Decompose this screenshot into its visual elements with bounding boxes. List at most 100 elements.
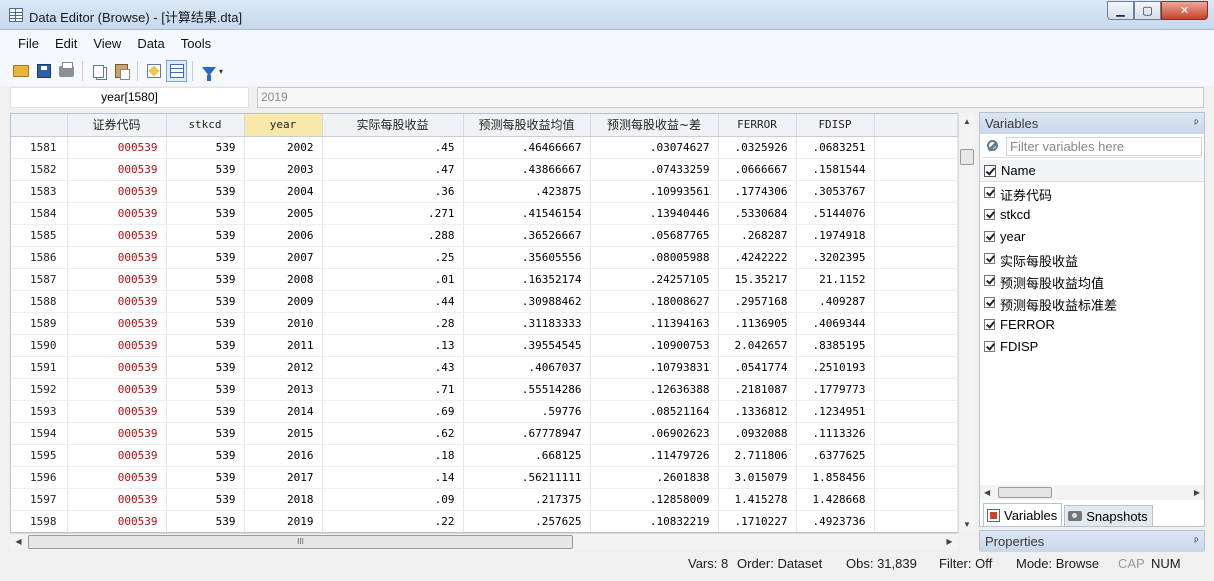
table-cell[interactable]: 000539 (67, 510, 167, 532)
menu-tools[interactable]: Tools (173, 36, 219, 51)
table-cell[interactable]: .1336812 (718, 400, 797, 423)
table-cell[interactable]: 000539 (67, 400, 167, 423)
vertical-scroll-thumb[interactable] (960, 149, 974, 165)
table-cell[interactable]: 2018 (244, 488, 323, 511)
column-header[interactable]: FDISP (796, 114, 875, 137)
table-cell[interactable]: .1774306 (718, 180, 797, 203)
table-cell[interactable]: 1.428668 (796, 488, 875, 511)
row-number[interactable]: 1593 (11, 400, 68, 423)
table-cell[interactable]: .668125 (463, 444, 591, 467)
table-cell[interactable]: .10832219 (590, 510, 719, 532)
row-number[interactable]: 1583 (11, 180, 68, 203)
table-cell[interactable]: 2015 (244, 422, 323, 445)
table-cell[interactable]: 539 (166, 510, 245, 532)
variable-list-item[interactable]: 实际每股收益 (980, 248, 1204, 270)
table-cell[interactable]: 539 (166, 290, 245, 313)
table-cell[interactable]: .288 (322, 224, 464, 247)
table-cell[interactable]: .41546154 (463, 202, 591, 225)
table-cell[interactable]: .4923736 (796, 510, 875, 532)
table-cell[interactable]: .45 (322, 136, 464, 159)
column-header[interactable]: stkcd (166, 114, 245, 137)
menu-edit[interactable]: Edit (47, 36, 85, 51)
table-cell[interactable]: .28 (322, 312, 464, 335)
cell-value-field[interactable]: 2019 (257, 87, 1204, 108)
table-cell[interactable]: .35605556 (463, 246, 591, 269)
table-cell[interactable]: .409287 (796, 290, 875, 313)
table-cell[interactable]: 539 (166, 246, 245, 269)
table-cell[interactable]: 15.35217 (718, 268, 797, 291)
table-cell[interactable]: .31183333 (463, 312, 591, 335)
table-cell[interactable]: .4242222 (718, 246, 797, 269)
table-cell[interactable]: .08521164 (590, 400, 719, 423)
table-cell[interactable]: 000539 (67, 290, 167, 313)
column-header[interactable]: FERROR (718, 114, 797, 137)
row-number[interactable]: 1584 (11, 202, 68, 225)
table-cell[interactable]: .2510193 (796, 356, 875, 379)
table-cell[interactable]: .43866667 (463, 158, 591, 181)
table-cell[interactable]: 2.711806 (718, 444, 797, 467)
table-cell[interactable]: 539 (166, 422, 245, 445)
variable-list-item[interactable]: year (980, 226, 1204, 248)
table-cell[interactable]: .6377625 (796, 444, 875, 467)
table-cell[interactable]: .4069344 (796, 312, 875, 335)
table-cell[interactable]: .08005988 (590, 246, 719, 269)
table-cell[interactable]: .56211111 (463, 466, 591, 489)
table-cell[interactable]: 000539 (67, 488, 167, 511)
table-cell[interactable]: 2012 (244, 356, 323, 379)
table-cell[interactable]: 1.858456 (796, 466, 875, 489)
table-cell[interactable]: .2181087 (718, 378, 797, 401)
variable-list-item[interactable]: 证券代码 (980, 182, 1204, 204)
table-cell[interactable]: .07433259 (590, 158, 719, 181)
variable-checkbox[interactable] (984, 275, 995, 286)
table-cell[interactable]: .10793831 (590, 356, 719, 379)
table-cell[interactable]: .18008627 (590, 290, 719, 313)
table-cell[interactable]: .1234951 (796, 400, 875, 423)
table-cell[interactable]: .18 (322, 444, 464, 467)
row-number[interactable]: 1588 (11, 290, 68, 313)
table-cell[interactable]: 2016 (244, 444, 323, 467)
table-cell[interactable]: 2013 (244, 378, 323, 401)
paste-button[interactable] (111, 60, 132, 82)
table-cell[interactable]: .1779773 (796, 378, 875, 401)
table-cell[interactable]: 2019 (244, 510, 323, 532)
table-cell[interactable]: .09 (322, 488, 464, 511)
close-button[interactable]: ✕ (1161, 1, 1208, 20)
scroll-left-icon[interactable]: ◀ (984, 485, 990, 500)
table-cell[interactable]: .36 (322, 180, 464, 203)
table-cell[interactable]: .39554545 (463, 334, 591, 357)
column-header[interactable]: 预测每股收益~差 (590, 114, 719, 137)
table-cell[interactable]: .268287 (718, 224, 797, 247)
table-cell[interactable]: .25 (322, 246, 464, 269)
variable-checkbox[interactable] (984, 297, 995, 308)
row-number[interactable]: 1590 (11, 334, 68, 357)
variable-list-item[interactable]: 预测每股收益标准差 (980, 292, 1204, 314)
variables-horizontal-scrollbar[interactable]: ◀ ▶ (980, 485, 1204, 500)
table-cell[interactable]: 000539 (67, 268, 167, 291)
table-cell[interactable]: .11394163 (590, 312, 719, 335)
filter-button[interactable] (198, 60, 219, 82)
table-cell[interactable]: .5144076 (796, 202, 875, 225)
table-cell[interactable]: 539 (166, 356, 245, 379)
table-cell[interactable]: 539 (166, 158, 245, 181)
table-cell[interactable]: .0932088 (718, 422, 797, 445)
table-cell[interactable]: .2601838 (590, 466, 719, 489)
table-cell[interactable]: .2957168 (718, 290, 797, 313)
table-cell[interactable]: 539 (166, 444, 245, 467)
table-cell[interactable]: 000539 (67, 202, 167, 225)
row-number[interactable]: 1592 (11, 378, 68, 401)
table-cell[interactable]: 2011 (244, 334, 323, 357)
row-number[interactable]: 1598 (11, 510, 68, 532)
table-cell[interactable]: 2007 (244, 246, 323, 269)
table-cell[interactable]: .10900753 (590, 334, 719, 357)
edit-mode-button[interactable] (143, 60, 164, 82)
table-cell[interactable]: 000539 (67, 334, 167, 357)
print-button[interactable] (56, 60, 77, 82)
table-cell[interactable]: 539 (166, 466, 245, 489)
select-all-checkbox[interactable] (984, 165, 996, 177)
row-number[interactable]: 1586 (11, 246, 68, 269)
horizontal-scroll-thumb[interactable]: III (28, 535, 573, 549)
table-cell[interactable]: .47 (322, 158, 464, 181)
table-cell[interactable]: .5330684 (718, 202, 797, 225)
table-cell[interactable]: .10993561 (590, 180, 719, 203)
variable-checkbox[interactable] (984, 209, 995, 220)
